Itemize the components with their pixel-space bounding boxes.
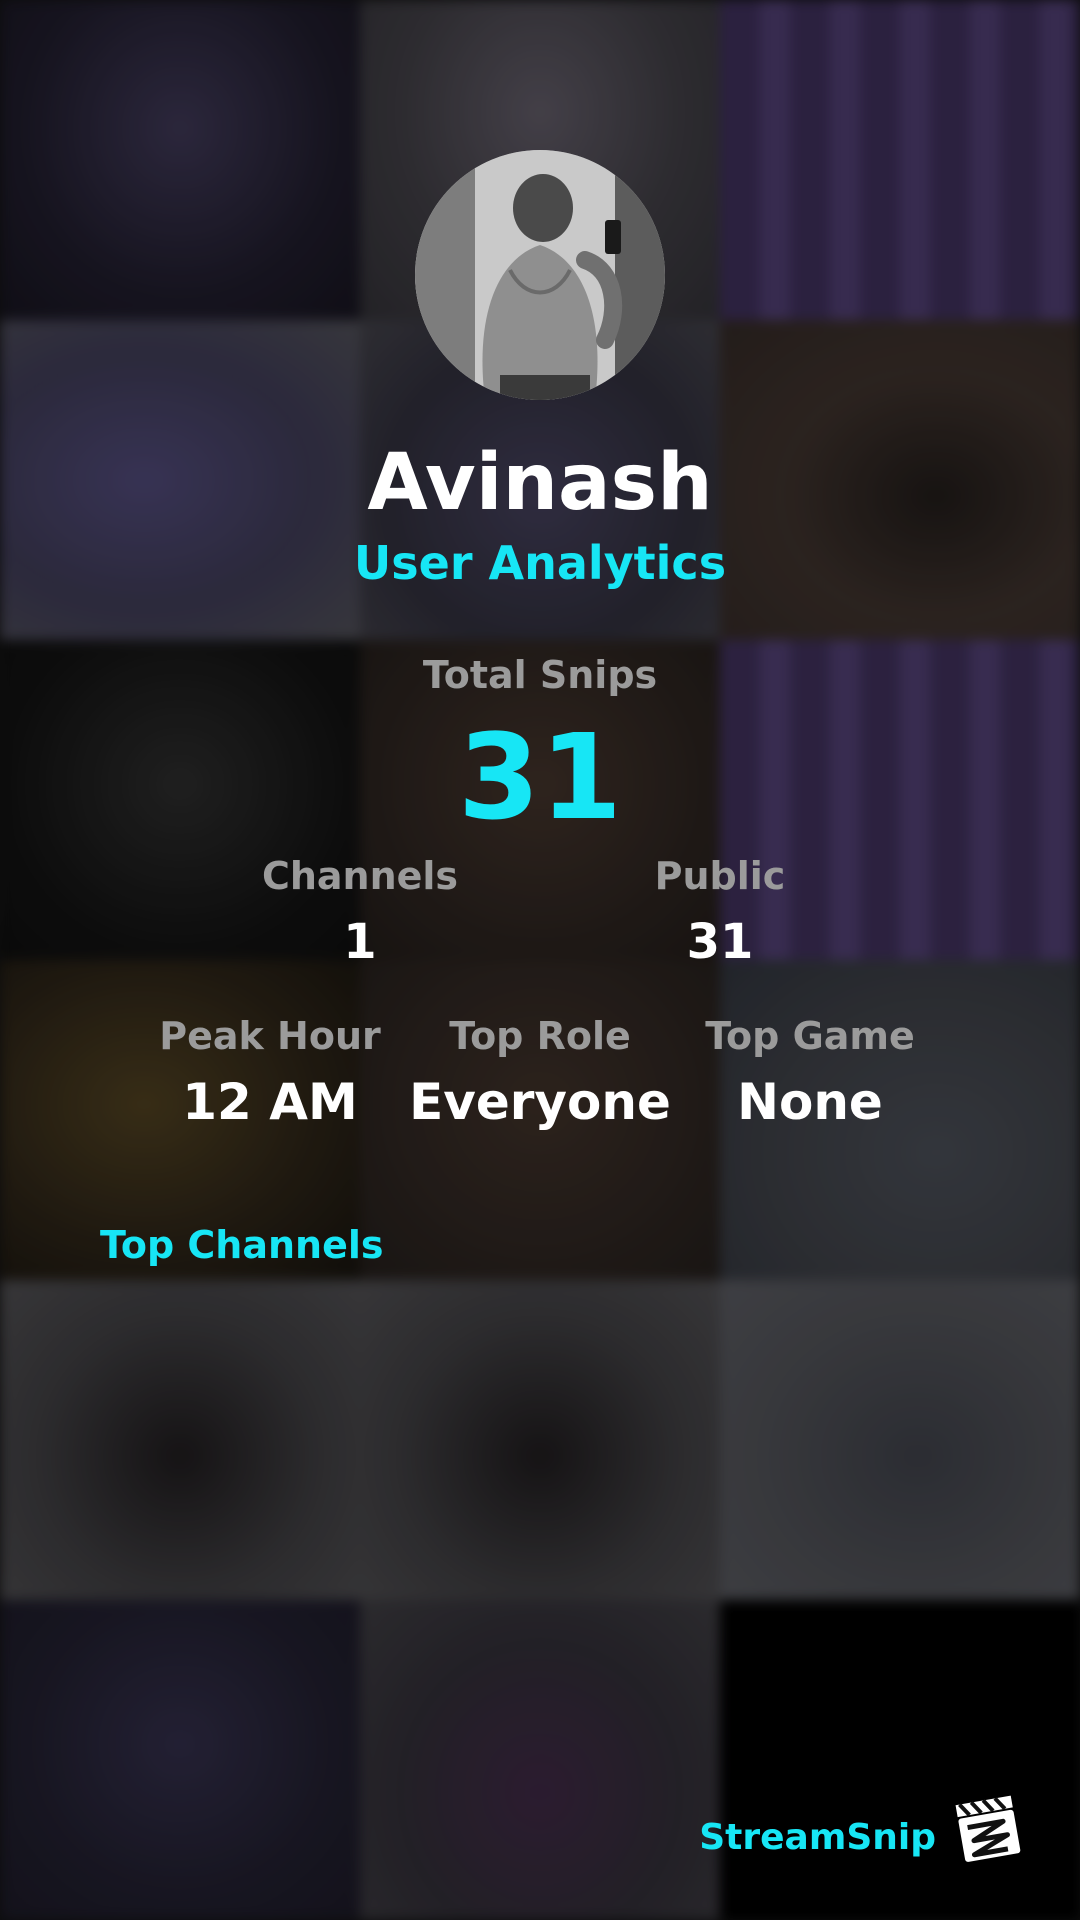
total-snips-value: 31: [457, 708, 623, 846]
public-value: 31: [686, 914, 754, 970]
profile-photo: [415, 150, 665, 400]
channels-label: Channels: [261, 854, 459, 898]
card-content: Avinash User Analytics Total Snips 31 Ch…: [0, 0, 1080, 1920]
top-game-label: Top Game: [705, 1014, 915, 1058]
top-role-label: Top Role: [449, 1014, 631, 1058]
peak-hour-label: Peak Hour: [159, 1014, 381, 1058]
profile-name: Avinash: [367, 438, 713, 528]
top-game-value: None: [737, 1073, 883, 1131]
page-subtitle: User Analytics: [353, 536, 727, 590]
total-snips-label: Total Snips: [422, 653, 658, 697]
top-role-value: Everyone: [409, 1073, 671, 1131]
clapperboard-icon: [950, 1790, 1026, 1866]
public-label: Public: [654, 854, 786, 898]
peak-hour-value: 12 AM: [182, 1073, 358, 1131]
analytics-card: Avinash User Analytics Total Snips 31 Ch…: [0, 0, 1080, 1920]
channels-value: 1: [343, 914, 377, 970]
brand-name: StreamSnip: [699, 1817, 936, 1858]
top-channels-heading: Top Channels: [100, 1223, 384, 1267]
avatar: [415, 150, 665, 400]
